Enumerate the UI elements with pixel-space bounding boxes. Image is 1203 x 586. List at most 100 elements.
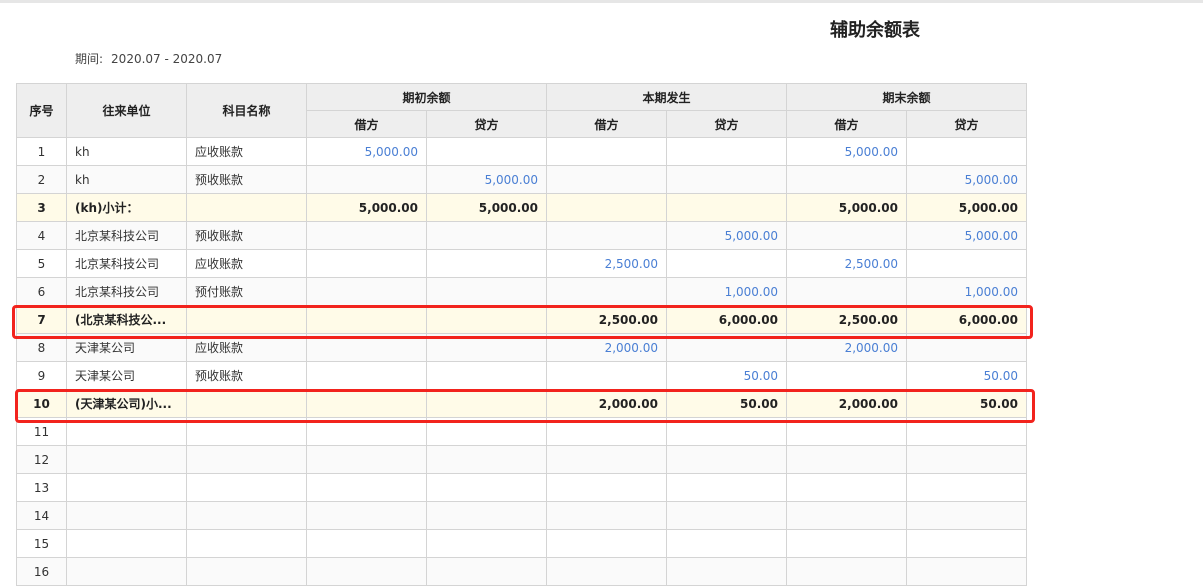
cell-opening-debit [306,389,427,418]
cell-current-debit [546,473,667,502]
header-current-credit: 贷方 [666,110,787,138]
cell-closing-debit: 2,000.00 [786,389,907,418]
cell-closing-credit [906,557,1027,586]
cell-closing-credit [906,333,1027,362]
table-row[interactable]: 1 kh 应收账款 5,000.00 5,000.00 [16,137,1027,166]
cell-closing-debit [786,501,907,530]
cell-opening-credit [426,137,547,166]
cell-current-debit [546,193,667,222]
cell-opening-credit [426,277,547,306]
cell-unit: 北京某科技公司 [66,221,187,250]
cell-opening-debit [306,501,427,530]
cell-unit: kh [66,137,187,166]
cell-subject: 应收账款 [186,333,307,362]
cell-seq: 15 [16,529,67,558]
cell-closing-debit [786,277,907,306]
cell-subject: 预收账款 [186,361,307,390]
period-info: 期间: 2020.07 - 2020.07 [75,50,222,67]
cell-seq: 14 [16,501,67,530]
cell-opening-debit [306,165,427,194]
cell-unit: (北京某科技公... [66,305,187,334]
cell-opening-debit [306,333,427,362]
cell-closing-debit [786,445,907,474]
cell-subject [186,529,307,558]
subtotal-row[interactable]: 3 (kh)小计： 5,000.00 5,000.00 5,000.00 5,000.00 [16,193,1027,222]
table-row[interactable]: 9 天津某公司 预收账款 50.00 50.00 [16,361,1027,390]
table-row[interactable]: 11 [16,417,1027,446]
table-row[interactable]: 14 [16,501,1027,530]
cell-subject: 应收账款 [186,137,307,166]
cell-opening-debit [306,249,427,278]
cell-closing-debit: 5,000.00 [786,193,907,222]
header-closing-credit: 贷方 [906,110,1027,138]
cell-opening-credit [426,221,547,250]
cell-closing-credit [906,249,1027,278]
cell-closing-debit: 2,500.00 [786,249,907,278]
table-row[interactable]: 13 [16,473,1027,502]
balance-table: 序号 往来单位 科目名称 期初余额 本期发生 期末余额 借方 贷方 借方 贷方 … [16,83,1027,586]
cell-current-credit [666,501,787,530]
cell-unit: 北京某科技公司 [66,277,187,306]
cell-subject [186,305,307,334]
cell-seq: 3 [16,193,67,222]
table-row[interactable]: 4 北京某科技公司 预收账款 5,000.00 5,000.00 [16,221,1027,250]
header-unit: 往来单位 [66,83,187,138]
cell-opening-credit [426,501,547,530]
table-row[interactable]: 8 天津某公司 应收账款 2,000.00 2,000.00 [16,333,1027,362]
cell-current-debit [546,529,667,558]
cell-opening-credit [426,417,547,446]
header-current: 本期发生 [546,83,787,111]
cell-seq: 16 [16,557,67,586]
cell-current-credit [666,473,787,502]
table-row[interactable]: 2 kh 预收账款 5,000.00 5,000.00 [16,165,1027,194]
cell-current-credit: 1,000.00 [666,277,787,306]
cell-seq: 11 [16,417,67,446]
cell-current-debit: 2,000.00 [546,333,667,362]
cell-current-credit [666,529,787,558]
cell-seq: 13 [16,473,67,502]
cell-closing-credit [906,501,1027,530]
cell-current-debit: 2,500.00 [546,249,667,278]
cell-unit: (天津某公司)小... [66,389,187,418]
cell-current-credit: 6,000.00 [666,305,787,334]
table-row[interactable]: 5 北京某科技公司 应收账款 2,500.00 2,500.00 [16,249,1027,278]
cell-current-debit [546,417,667,446]
cell-closing-credit [906,445,1027,474]
cell-unit [66,557,187,586]
cell-current-debit: 2,500.00 [546,305,667,334]
cell-unit [66,473,187,502]
cell-closing-debit [786,221,907,250]
subtotal-row[interactable]: 7 (北京某科技公... 2,500.00 6,000.00 2,500.00 6,000… [16,305,1027,334]
report-title: 辅助余额表 [830,20,920,41]
cell-seq: 4 [16,221,67,250]
cell-current-credit [666,249,787,278]
cell-subject: 预收账款 [186,165,307,194]
cell-subject [186,417,307,446]
cell-current-credit [666,193,787,222]
cell-current-debit [546,557,667,586]
cell-closing-credit: 6,000.00 [906,305,1027,334]
cell-opening-debit [306,557,427,586]
cell-unit [66,501,187,530]
cell-closing-credit [906,417,1027,446]
cell-current-debit: 2,000.00 [546,389,667,418]
cell-opening-credit [426,445,547,474]
cell-subject [186,193,307,222]
table-row[interactable]: 16 [16,557,1027,586]
cell-current-debit [546,277,667,306]
cell-current-credit: 5,000.00 [666,221,787,250]
header-current-debit: 借方 [546,110,667,138]
subtotal-row[interactable]: 10 (天津某公司)小... 2,000.00 50.00 2,000.00 50.00 [16,389,1027,418]
cell-opening-credit [426,473,547,502]
cell-seq: 2 [16,165,67,194]
table-row[interactable]: 6 北京某科技公司 预付账款 1,000.00 1,000.00 [16,277,1027,306]
cell-subject [186,501,307,530]
cell-opening-credit [426,361,547,390]
cell-closing-debit: 2,000.00 [786,333,907,362]
cell-current-debit [546,361,667,390]
period-value: 2020.07 - 2020.07 [111,52,223,66]
table-row[interactable]: 12 [16,445,1027,474]
table-row[interactable]: 15 [16,529,1027,558]
cell-opening-debit [306,529,427,558]
cell-seq: 7 [16,305,67,334]
